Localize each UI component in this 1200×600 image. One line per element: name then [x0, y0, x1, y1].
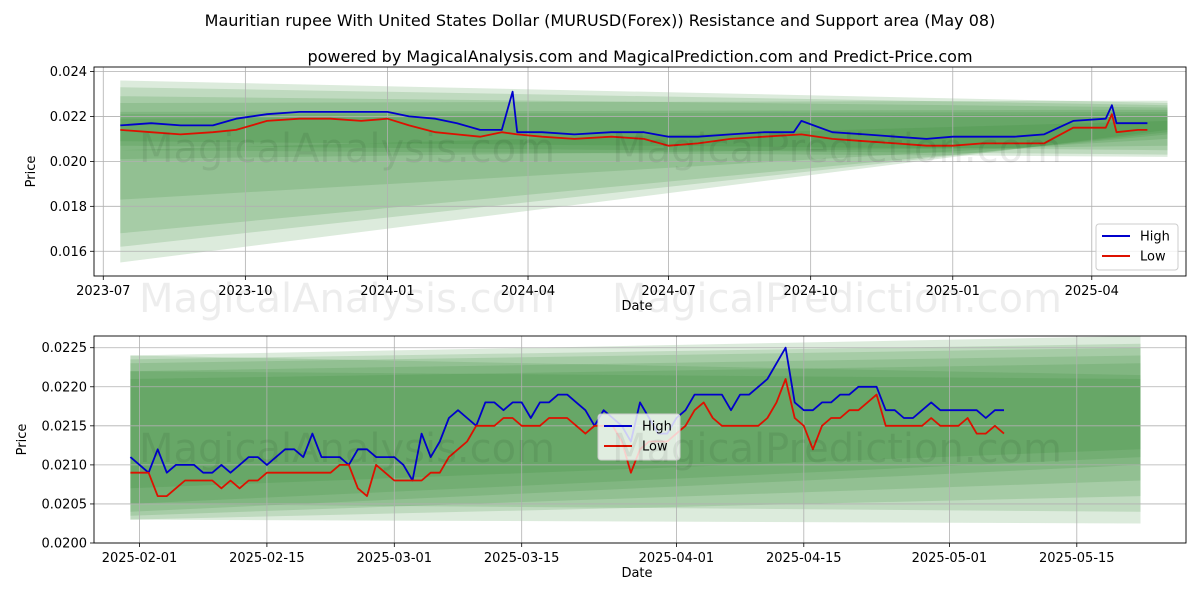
- y-axis-label: Price: [15, 424, 30, 456]
- y-tick-label: 0.0210: [42, 458, 88, 473]
- x-tick-label: 2025-05-01: [912, 551, 988, 566]
- y-axis-label: Price: [24, 156, 39, 188]
- legend: High Low: [1095, 223, 1179, 271]
- chart-subtitle: powered by MagicalAnalysis.com and Magic…: [307, 47, 972, 66]
- watermark-right-top: MagicalPrediction.com: [612, 126, 1062, 172]
- y-tick-label: 0.016: [50, 245, 87, 260]
- chart-title: Mauritian rupee With United States Dolla…: [205, 11, 996, 30]
- x-tick-label: 2025-02-01: [102, 551, 178, 566]
- y-tick-label: 0.0225: [42, 341, 88, 356]
- x-tick-label: 2025-04: [1065, 284, 1119, 299]
- legend-label-high: High: [1140, 230, 1170, 245]
- x-tick-label: 2025-04-01: [639, 551, 715, 566]
- watermark-left-bottom: MagicalAnalysis.com: [139, 426, 555, 472]
- y-tick-label: 0.0220: [42, 380, 88, 395]
- y-tick-label: 0.018: [50, 200, 87, 215]
- y-tick-label: 0.024: [50, 65, 87, 80]
- legend-label-low: Low: [1140, 250, 1166, 265]
- x-tick-label: 2023-07: [76, 284, 130, 299]
- y-tick-label: 0.020: [50, 155, 87, 170]
- x-tick-label: 2025-03-01: [357, 551, 433, 566]
- watermark-right-bottom: MagicalPrediction.com: [612, 426, 1062, 472]
- y-tick-label: 0.0205: [42, 497, 88, 512]
- chart-canvas: Mauritian rupee With United States Dolla…: [15, 11, 1187, 581]
- x-tick-label: 2025-04-15: [766, 551, 842, 566]
- x-tick-label: 2025-03-15: [484, 551, 560, 566]
- y-tick-label: 0.0215: [42, 419, 88, 434]
- x-tick-label: 2025-05-15: [1039, 551, 1115, 566]
- x-tick-label: 2025-02-15: [229, 551, 305, 566]
- watermark-left-middle: MagicalAnalysis.com: [139, 276, 555, 322]
- watermark-left-top: MagicalAnalysis.com: [139, 126, 555, 172]
- x-axis-label: Date: [621, 566, 652, 581]
- y-tick-label: 0.0200: [42, 537, 88, 552]
- y-tick-label: 0.022: [50, 110, 87, 125]
- watermark-right-middle: MagicalPrediction.com: [612, 276, 1062, 322]
